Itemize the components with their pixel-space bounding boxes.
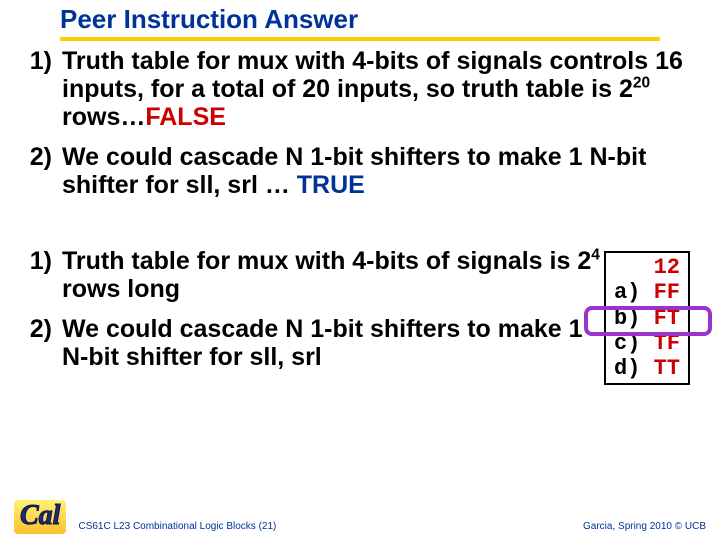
slide: Peer Instruction Answer 1) Truth table f… <box>0 0 720 385</box>
bullet-number: 1) <box>20 47 62 131</box>
bullet-item: 2) We could cascade N 1-bit shifters to … <box>20 315 604 371</box>
verdict-false: FALSE <box>145 103 226 131</box>
cal-logo: Cal <box>14 500 66 534</box>
footer-attribution: Garcia, Spring 2010 © UCB <box>583 521 706 534</box>
bullet-text: We could cascade N 1-bit shifters to mak… <box>62 315 604 371</box>
bullet-item: 1) Truth table for mux with 4-bits of si… <box>20 47 700 131</box>
bullet-text: Truth table for mux with 4-bits of signa… <box>62 47 700 131</box>
bullet-item: 1) Truth table for mux with 4-bits of si… <box>20 247 604 303</box>
bullet-text: We could cascade N 1-bit shifters to mak… <box>62 143 700 199</box>
bullet-item: 2) We could cascade N 1-bit shifters to … <box>20 143 700 199</box>
question-column: 1) Truth table for mux with 4-bits of si… <box>20 247 604 383</box>
answer-row: b) FT <box>614 306 680 331</box>
lower-section: 1) Truth table for mux with 4-bits of si… <box>20 247 700 385</box>
top-bullet-list: 1) Truth table for mux with 4-bits of si… <box>20 47 700 199</box>
footer-lecture-label: CS61C L23 Combinational Logic Blocks (21… <box>66 521 583 534</box>
answer-header: 12 <box>614 255 680 280</box>
footer: Cal CS61C L23 Combinational Logic Blocks… <box>0 500 720 534</box>
answer-row: c) TF <box>614 331 680 356</box>
answer-choices-box: 12 a) FF b) FT c) TF d) TT <box>604 251 690 385</box>
slide-title: Peer Instruction Answer <box>60 4 700 35</box>
lower-bullet-list: 1) Truth table for mux with 4-bits of si… <box>20 247 604 371</box>
answer-row: a) FF <box>614 280 680 305</box>
verdict-true: TRUE <box>297 171 365 199</box>
bullet-number: 2) <box>20 315 62 371</box>
answer-row: d) TT <box>614 356 680 381</box>
bullet-number: 1) <box>20 247 62 303</box>
title-underline <box>60 37 660 41</box>
bullet-number: 2) <box>20 143 62 199</box>
bullet-text: Truth table for mux with 4-bits of signa… <box>62 247 604 303</box>
